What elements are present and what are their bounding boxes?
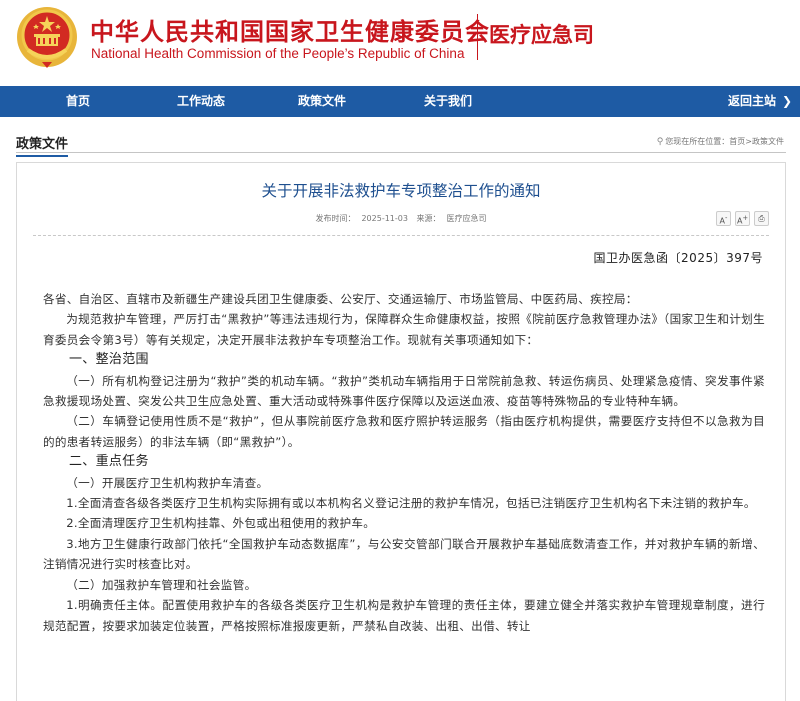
font-larger-button[interactable]: A+ bbox=[735, 211, 750, 226]
section-heading-scope: 一、整治范围 bbox=[69, 352, 149, 368]
nav-item-work-news[interactable]: 工作动态 bbox=[177, 86, 225, 117]
scope-item-2: （二）车辆登记使用性质不是“救护”，但从事院前医疗急救和医疗照护转运服务（指由医… bbox=[43, 414, 765, 449]
document-number: 国卫办医急函〔2025〕397号 bbox=[593, 251, 763, 265]
intro-paragraph: 为规范救护车管理，严厉打击“黑救护”等违法违规行为，保障群众生命健康权益，按照《… bbox=[43, 312, 765, 347]
source-value: 医疗应急司 bbox=[446, 214, 487, 223]
scope-item-1: （一）所有机构登记注册为“救护”类的机动车辆。“救护”类机动车辆指用于日常院前急… bbox=[43, 373, 765, 409]
print-button[interactable]: ⎙ bbox=[754, 211, 769, 226]
nav-item-policy-documents[interactable]: 政策文件 bbox=[298, 86, 346, 117]
article-meta: 发布时间： 2025-11-03 来源： 医疗应急司 bbox=[17, 213, 785, 224]
nav-item-home[interactable]: 首页 bbox=[66, 86, 90, 117]
task-item-3: 3.地方卫生健康行政部门依托“全国救护车动态数据库”，与公安交管部门联合开展救护… bbox=[43, 536, 765, 572]
chevron-circle-right-icon: ❯ bbox=[782, 94, 793, 108]
breadcrumb-text[interactable]: 您现在所在位置：首页>政策文件 bbox=[665, 137, 784, 146]
publish-date: 2025-11-03 bbox=[361, 214, 408, 223]
section-title: 政策文件 bbox=[16, 133, 69, 157]
location-pin-icon: ⚲ bbox=[656, 137, 664, 147]
nav-item-about-us[interactable]: 关于我们 bbox=[424, 86, 472, 117]
article-tools: A- A+ ⎙ bbox=[712, 211, 769, 230]
breadcrumb: ⚲ 您现在所在位置：首页>政策文件 bbox=[657, 136, 784, 147]
print-icon: ⎙ bbox=[758, 214, 765, 223]
department-name: 医疗应急司 bbox=[489, 23, 594, 47]
article-title: 关于开展非法救护车专项整治工作的通知 bbox=[261, 182, 541, 200]
font-smaller-button[interactable]: A- bbox=[716, 211, 731, 226]
task-item-4: 1.明确责任主体。配置使用救护车的各级各类医疗卫生机构是救护车管理的责任主体，要… bbox=[43, 598, 765, 633]
back-to-main-site-label: 返回主站 bbox=[728, 94, 777, 108]
section-heading-tasks: 二、重点任务 bbox=[69, 454, 149, 470]
source-label: 来源： bbox=[416, 214, 441, 223]
site-title-en: National Health Commission of the People… bbox=[91, 46, 465, 61]
section-bar: 政策文件 ⚲ 您现在所在位置：首页>政策文件 bbox=[16, 131, 786, 157]
article-body: 各省、自治区、直辖市及新疆生产建设兵团卫生健康委、公安厅、交通运输厅、市场监管局… bbox=[43, 289, 765, 636]
task-item-2: 2.全面清理医疗卫生机构挂靠、外包或出租使用的救护车。 bbox=[66, 516, 376, 531]
task-subheading-2: （二）加强救护车管理和社会监管。 bbox=[66, 577, 257, 592]
back-to-main-site-link[interactable]: 返回主站 ❯ bbox=[728, 86, 792, 117]
publish-label: 发布时间： bbox=[315, 214, 356, 223]
article-divider bbox=[33, 235, 769, 236]
header-divider bbox=[477, 14, 478, 60]
site-header: 中华人民共和国国家卫生健康委员会 National Health Commiss… bbox=[0, 0, 800, 86]
article-container: 关于开展非法救护车专项整治工作的通知 发布时间： 2025-11-03 来源： 医疗… bbox=[16, 162, 786, 701]
national-emblem-icon[interactable] bbox=[16, 4, 78, 70]
task-item-1: 1.全面清查各级各类医疗卫生机构实际拥有或以本机构名义登记注册的救护车情况，包括… bbox=[66, 496, 756, 511]
addressee-paragraph: 各省、自治区、直辖市及新疆生产建设兵团卫生健康委、公安厅、交通运输厅、市场监管局… bbox=[43, 292, 638, 306]
site-title-cn: 中华人民共和国国家卫生健康委员会 bbox=[90, 18, 490, 46]
task-subheading-1: （一）开展医疗卫生机构救护车清查。 bbox=[66, 475, 269, 490]
main-nav: 首页 工作动态 政策文件 关于我们 返回主站 ❯ bbox=[0, 86, 800, 117]
